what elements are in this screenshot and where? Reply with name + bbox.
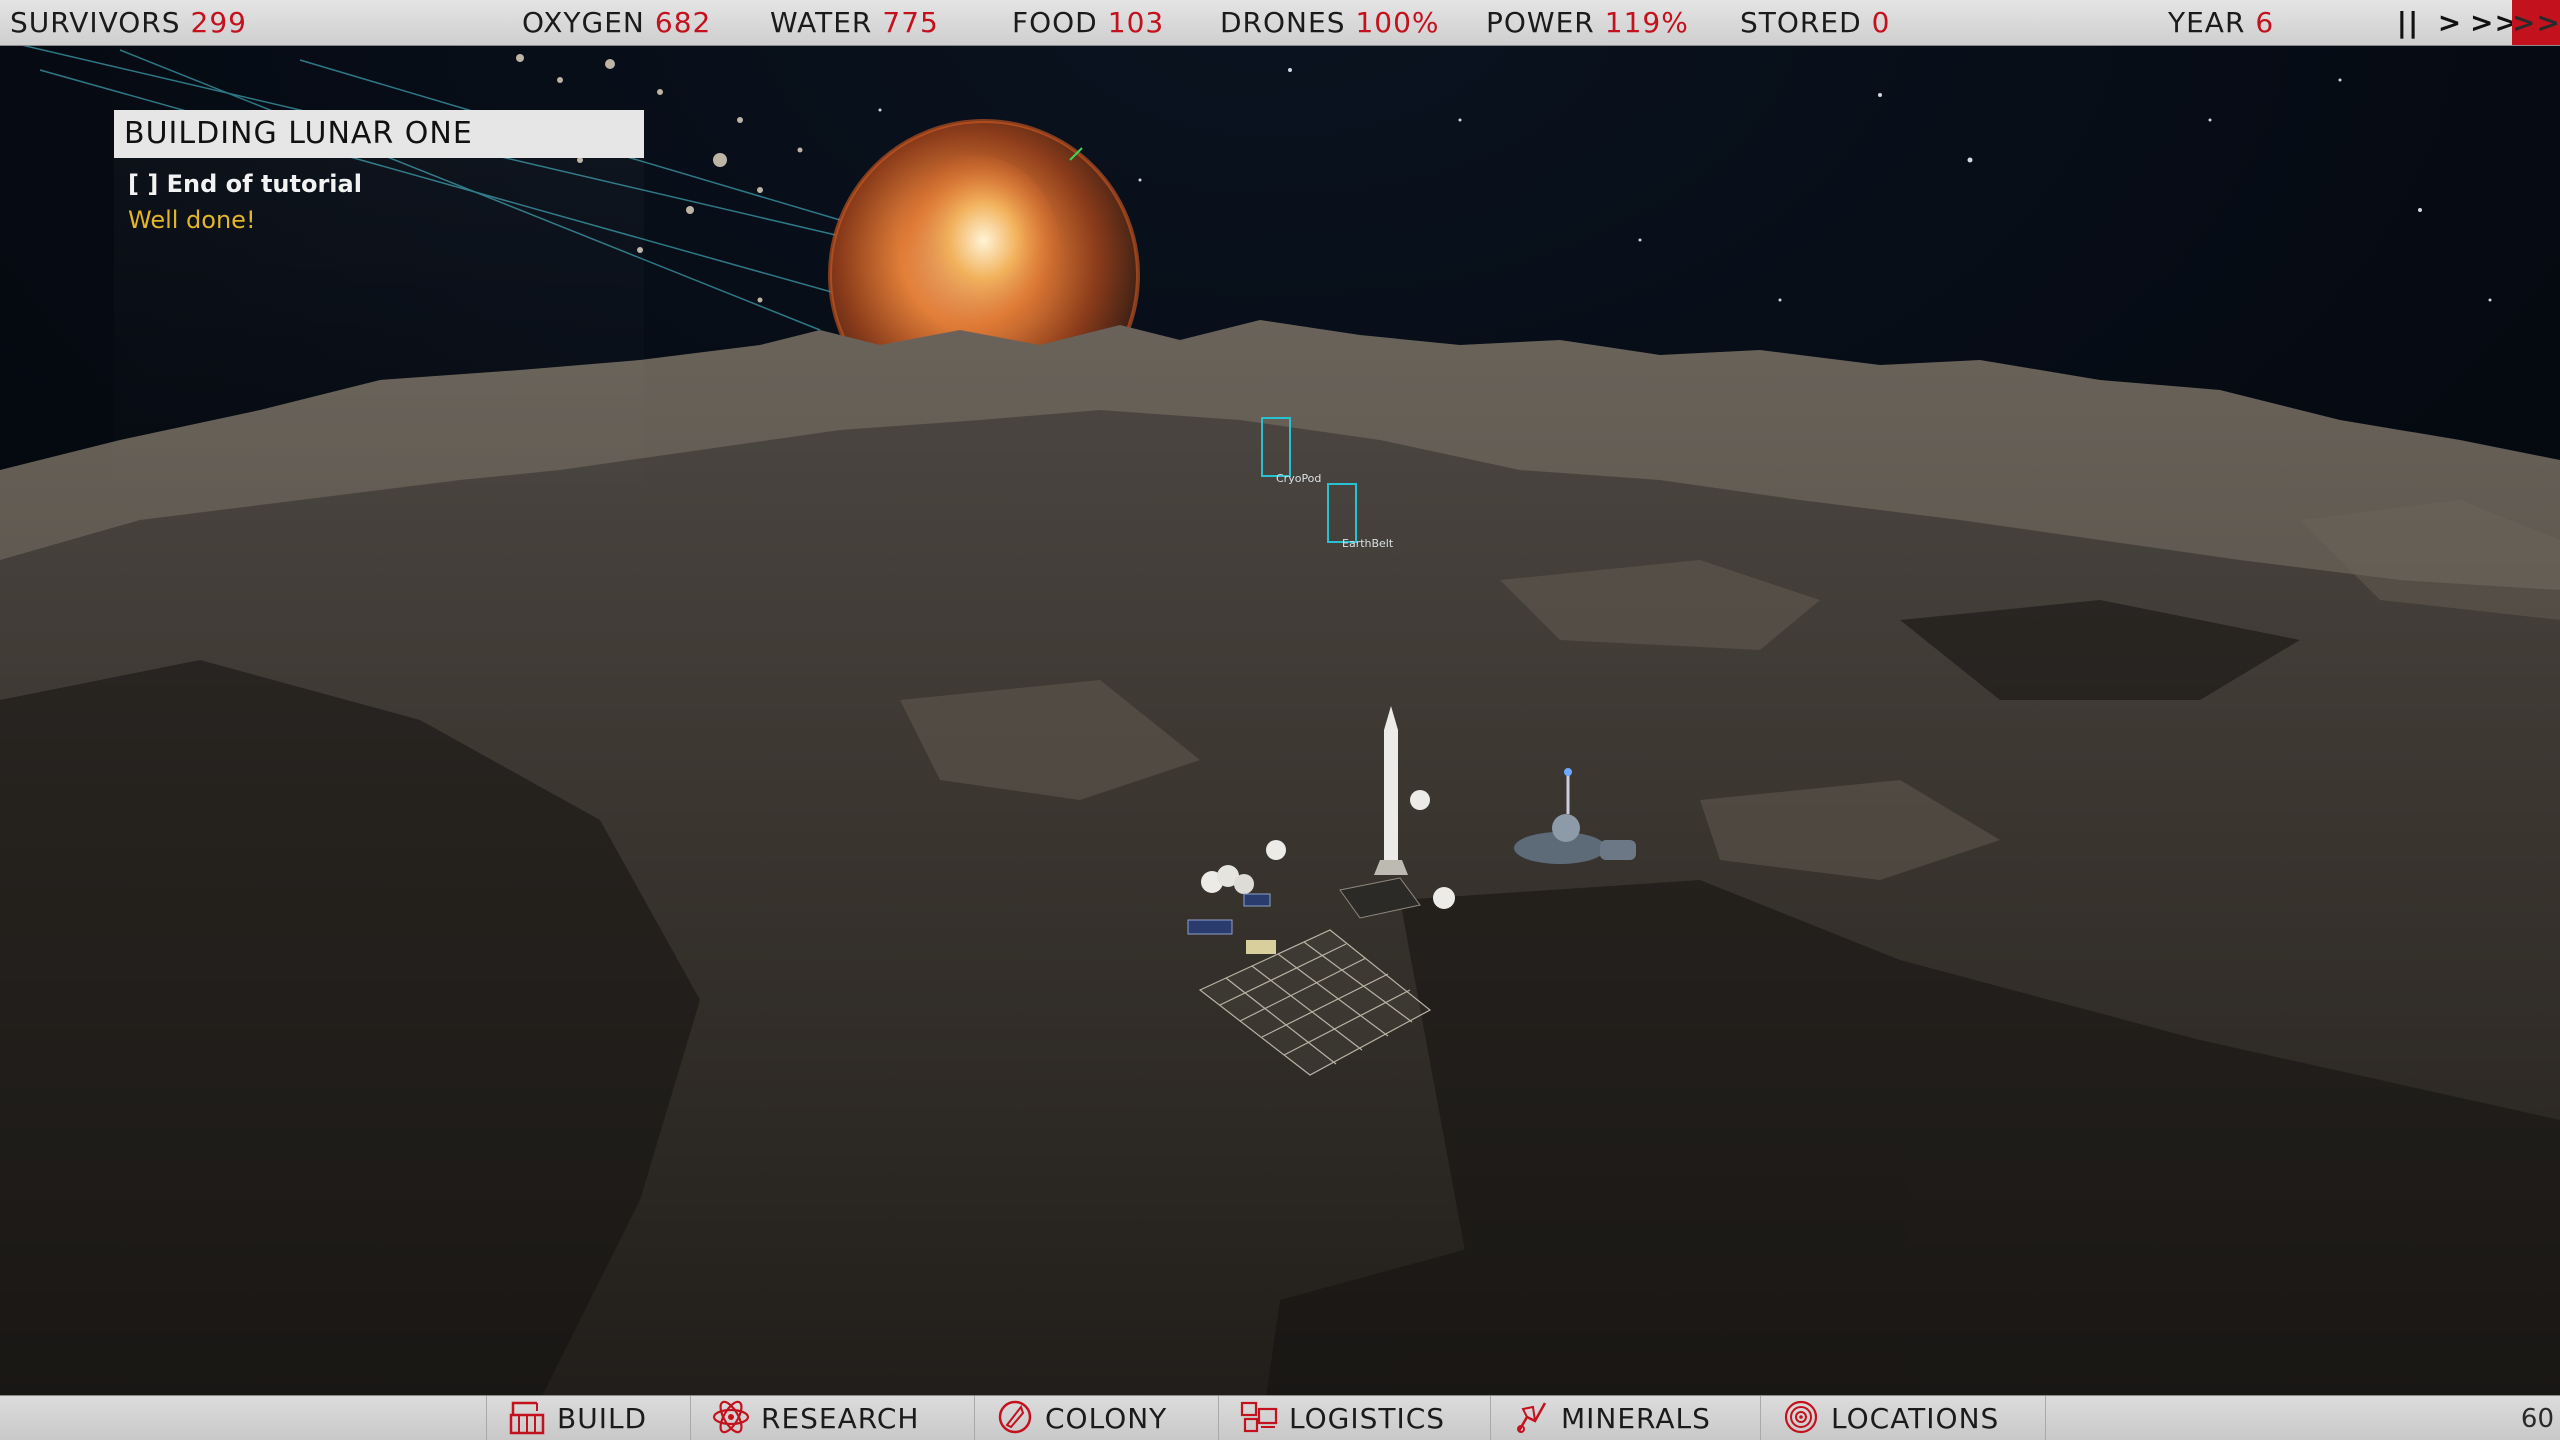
cryopod-label[interactable]: CryoPod xyxy=(1276,472,1321,485)
nav-locations-button[interactable]: LOCATIONS xyxy=(1760,1396,2046,1440)
locations-icon xyxy=(1784,1400,1818,1434)
objective-task: [ ] End of tutorial xyxy=(128,170,362,198)
stat-value: 119% xyxy=(1604,6,1689,39)
minerals-icon xyxy=(1517,1402,1547,1433)
stat-value: 103 xyxy=(1107,6,1165,39)
stat-drones: DRONES 100% xyxy=(1220,6,1440,39)
nav-label: RESEARCH xyxy=(761,1402,920,1435)
stat-label: POWER xyxy=(1486,6,1595,39)
earthbelt-label[interactable]: EarthBelt xyxy=(1342,537,1393,550)
main-nav-bar: BUILD RESEARCH COLONY LOGISTICS MINERALS… xyxy=(0,1395,2560,1440)
fps-counter: 60 xyxy=(2520,1404,2554,1434)
fast-forward-button[interactable]: >> xyxy=(2470,0,2518,45)
stat-survivors: SURVIVORS 299 xyxy=(10,6,247,39)
stat-value: 299 xyxy=(190,6,247,39)
stat-water: WATER 775 xyxy=(770,6,939,39)
objective-panel: BUILDING LUNAR ONE [ ] End of tutorial W… xyxy=(114,110,644,520)
game-viewport[interactable]: CryoPod EarthBelt SURVIVORS 299 OXYGEN 682… xyxy=(0,0,2560,1440)
stat-value: 100% xyxy=(1355,6,1440,39)
nav-label: BUILD xyxy=(557,1402,648,1435)
nav-logistics-button[interactable]: LOGISTICS xyxy=(1218,1396,1490,1440)
nav-label: LOGISTICS xyxy=(1289,1402,1446,1435)
stat-label: DRONES xyxy=(1220,6,1346,39)
resource-bar: SURVIVORS 299 OXYGEN 682 WATER 775 FOOD 103 … xyxy=(0,0,2560,46)
nav-label: LOCATIONS xyxy=(1831,1402,2000,1435)
stat-value: 775 xyxy=(882,6,939,39)
objective-title: BUILDING LUNAR ONE xyxy=(114,110,644,158)
stat-value: 682 xyxy=(654,6,712,39)
colony-icon xyxy=(998,1400,1032,1434)
nav-label: MINERALS xyxy=(1561,1402,1711,1435)
stat-label: FOOD xyxy=(1012,6,1098,39)
stat-label: OXYGEN xyxy=(522,6,645,39)
nav-research-button[interactable]: RESEARCH xyxy=(690,1396,974,1440)
pause-button[interactable]: || xyxy=(2388,0,2428,45)
stat-year: YEAR 6 xyxy=(2168,6,2274,39)
stat-food: FOOD 103 xyxy=(1012,6,1164,39)
stat-label: WATER xyxy=(770,6,873,39)
play-button[interactable]: > xyxy=(2430,0,2470,45)
stat-power: POWER 119% xyxy=(1486,6,1689,39)
build-icon xyxy=(509,1401,545,1435)
nav-build-button[interactable]: BUILD xyxy=(486,1396,690,1440)
stat-stored: STORED 0 xyxy=(1740,6,1890,39)
stat-value: 6 xyxy=(2255,6,2275,39)
stat-label: YEAR xyxy=(2168,6,2246,39)
fastest-speed-button[interactable]: >>> xyxy=(2512,0,2560,45)
nav-colony-button[interactable]: COLONY xyxy=(974,1396,1218,1440)
stat-value: 0 xyxy=(1871,6,1891,39)
stat-oxygen: OXYGEN 682 xyxy=(522,6,711,39)
stat-label: SURVIVORS xyxy=(10,6,181,39)
stat-label: STORED xyxy=(1740,6,1862,39)
objective-status: Well done! xyxy=(128,206,256,234)
research-icon xyxy=(712,1400,750,1434)
nav-minerals-button[interactable]: MINERALS xyxy=(1490,1396,1760,1440)
nav-label: COLONY xyxy=(1045,1402,1168,1435)
logistics-icon xyxy=(1240,1401,1278,1433)
